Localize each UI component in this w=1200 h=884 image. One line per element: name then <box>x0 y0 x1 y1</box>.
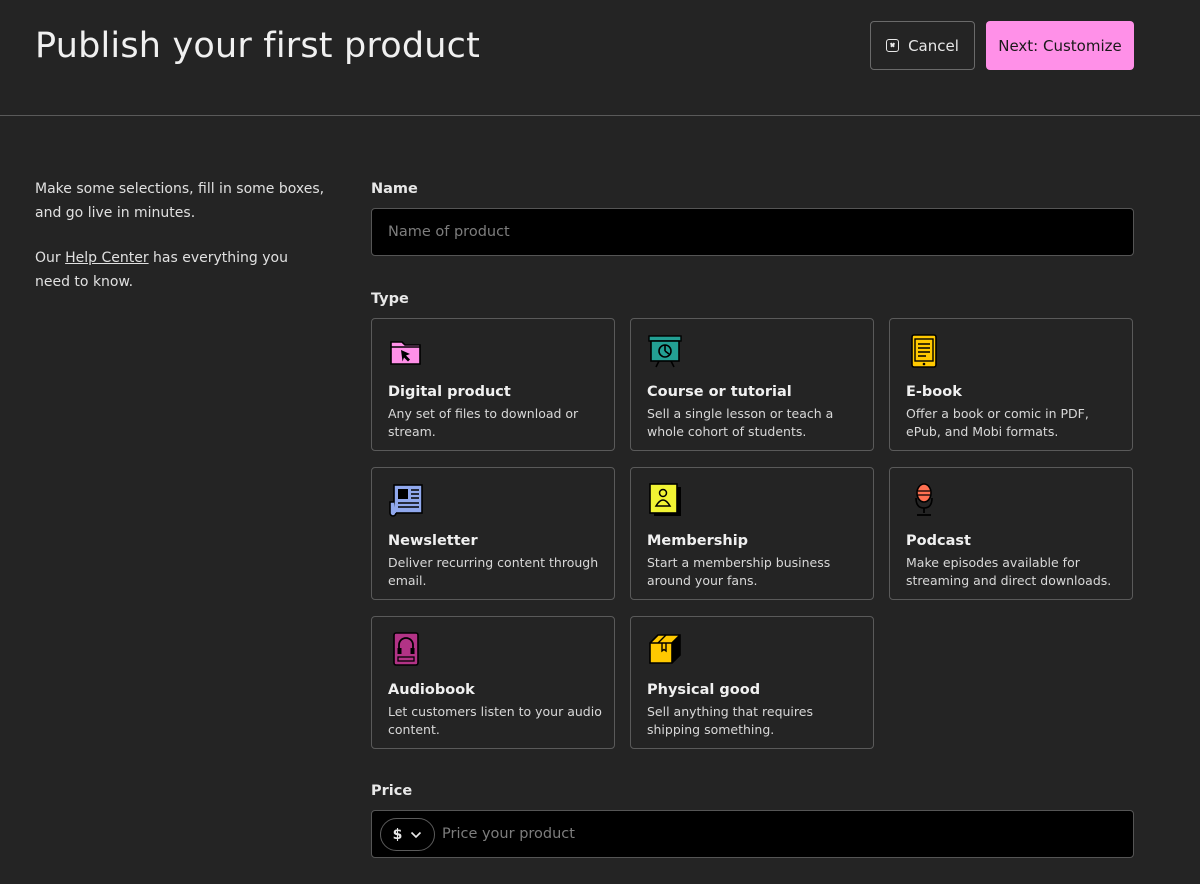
card-title: Digital product <box>388 384 511 400</box>
audiobook-player-icon <box>393 632 419 666</box>
cancel-button-label: Cancel <box>908 36 959 55</box>
price-input[interactable] <box>442 811 1122 857</box>
ebook-reader-icon <box>911 334 937 368</box>
card-description: Start a membership business around your … <box>647 555 831 588</box>
card-description: Let customers listen to your audio conte… <box>388 704 602 737</box>
type-card-physical-good[interactable]: Physical good Sell anything that require… <box>630 616 874 749</box>
name-label: Name <box>371 181 418 197</box>
card-description: Any set of files to download or stream. <box>388 406 579 439</box>
microphone-icon <box>915 483 933 516</box>
card-title: Newsletter <box>388 533 478 549</box>
card-title: Membership <box>647 533 749 549</box>
type-card-course[interactable]: Course or tutorial Sell a single lesson … <box>630 318 874 451</box>
next-customize-button[interactable]: Next: Customize <box>986 21 1134 70</box>
type-card-digital-product[interactable]: Digital product Any set of files to down… <box>371 318 615 451</box>
card-description: Make episodes available for streaming an… <box>906 555 1112 588</box>
card-title: Physical good <box>647 682 761 698</box>
type-card-audiobook[interactable]: Audiobook Let customers listen to your a… <box>371 616 615 749</box>
page-title: Publish your first product <box>35 26 481 66</box>
price-label: Price <box>371 783 413 799</box>
card-title: E-book <box>906 384 962 400</box>
type-card-newsletter[interactable]: Newsletter Deliver recurring content thr… <box>371 467 615 600</box>
intro-text: Make some selections, fill in some boxes… <box>35 178 325 294</box>
cancel-button[interactable]: Cancel <box>870 21 975 70</box>
newspaper-icon <box>389 484 423 517</box>
name-field-wrapper <box>371 208 1134 256</box>
card-description: Deliver recurring content through email. <box>388 555 599 588</box>
help-center-link[interactable]: Help Center <box>65 250 149 266</box>
presentation-board-icon <box>648 335 682 368</box>
type-label: Type <box>371 291 409 307</box>
currency-symbol: $ <box>392 826 403 843</box>
chevron-down-icon <box>411 831 422 838</box>
name-input[interactable] <box>372 209 1133 255</box>
card-description: Sell anything that requires shipping som… <box>647 704 813 737</box>
card-title: Audiobook <box>388 682 475 698</box>
card-description: Sell a single lesson or teach a whole co… <box>647 406 834 439</box>
type-card-ebook[interactable]: E-book Offer a book or comic in PDF, ePu… <box>889 318 1133 451</box>
membership-card-icon <box>649 483 681 516</box>
card-description: Offer a book or comic in PDF, ePub, and … <box>906 406 1089 439</box>
card-title: Course or tutorial <box>647 384 792 400</box>
intro-help: Our Help Center has everything you need … <box>35 250 288 290</box>
package-box-icon <box>649 634 681 664</box>
card-title: Podcast <box>906 533 971 549</box>
type-card-membership[interactable]: Membership Start a membership business a… <box>630 467 874 600</box>
intro-line: Make some selections, fill in some boxes… <box>35 181 325 221</box>
price-field-wrapper: $ <box>371 810 1134 858</box>
type-card-podcast[interactable]: Podcast Make episodes available for stre… <box>889 467 1133 600</box>
folder-cursor-icon <box>390 341 421 365</box>
header: Publish your first product Cancel Next: … <box>0 0 1200 116</box>
currency-selector[interactable]: $ <box>380 818 435 851</box>
close-icon <box>886 39 900 52</box>
